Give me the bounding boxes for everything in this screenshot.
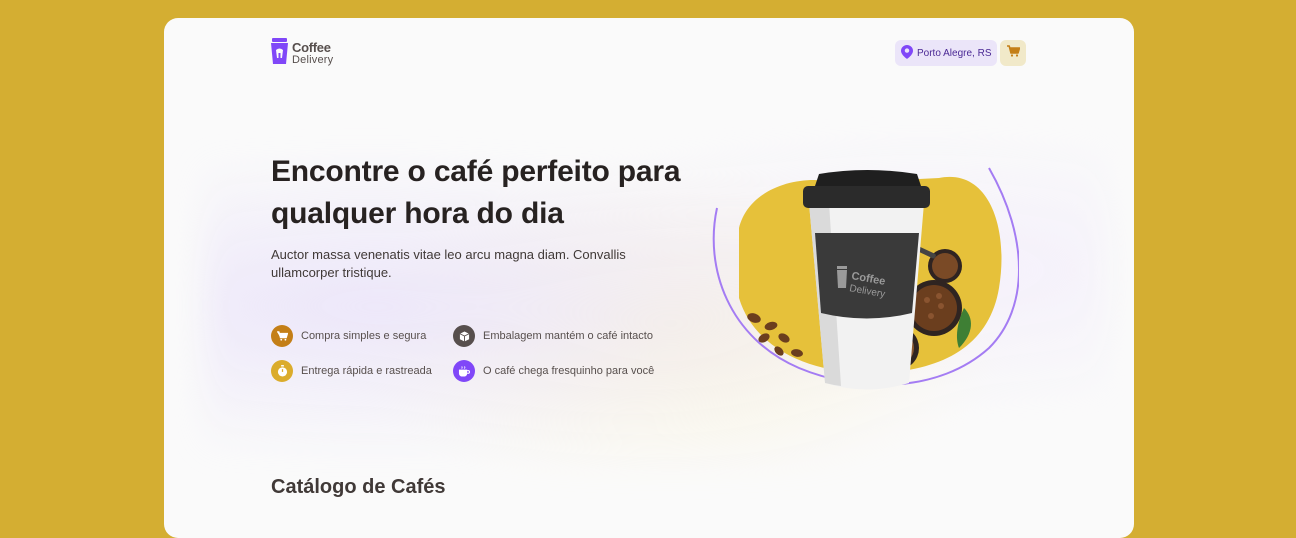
feature-packaging: Embalagem mantém o café intacto — [453, 325, 653, 347]
feature-secure-purchase: Compra simples e segura — [271, 325, 426, 347]
hero-coffee-image: Coffee Delivery — [709, 148, 1020, 413]
package-icon — [453, 325, 475, 347]
feature-label: O café chega fresquinho para você — [483, 365, 655, 377]
feature-label: Embalagem mantém o café intacto — [483, 330, 653, 342]
feature-label: Entrega rápida e rastreada — [301, 365, 432, 377]
timer-icon — [271, 360, 293, 382]
hero-title: Encontre o café perfeito para qualquer h… — [271, 155, 681, 230]
shopping-cart-icon — [1006, 44, 1020, 62]
logo[interactable]: Coffee Delivery — [271, 38, 333, 69]
cart-button[interactable] — [1000, 40, 1026, 66]
feature-fresh-coffee: O café chega fresquinho para você — [453, 360, 654, 382]
location-badge[interactable]: Porto Alegre, RS — [895, 40, 998, 66]
logo-text-line2: Delivery — [292, 53, 334, 66]
feature-fast-delivery: Entrega rápida e rastreada — [271, 360, 432, 382]
map-pin-icon — [901, 44, 913, 62]
page-card: Coffee Delivery Porto Alegre, RS Encontr… — [164, 18, 1134, 538]
logo-text-line1: Coffee — [292, 39, 331, 55]
feature-label: Compra simples e segura — [301, 330, 427, 342]
coffee-cup-logo-icon — [271, 38, 288, 69]
catalog-title: Catálogo de Cafés — [271, 476, 446, 498]
coffee-icon — [453, 360, 475, 382]
shopping-cart-icon — [271, 325, 293, 347]
hero-subtitle: Auctor massa venenatis vitae leo arcu ma… — [271, 247, 626, 280]
location-label: Porto Alegre, RS — [917, 47, 992, 59]
